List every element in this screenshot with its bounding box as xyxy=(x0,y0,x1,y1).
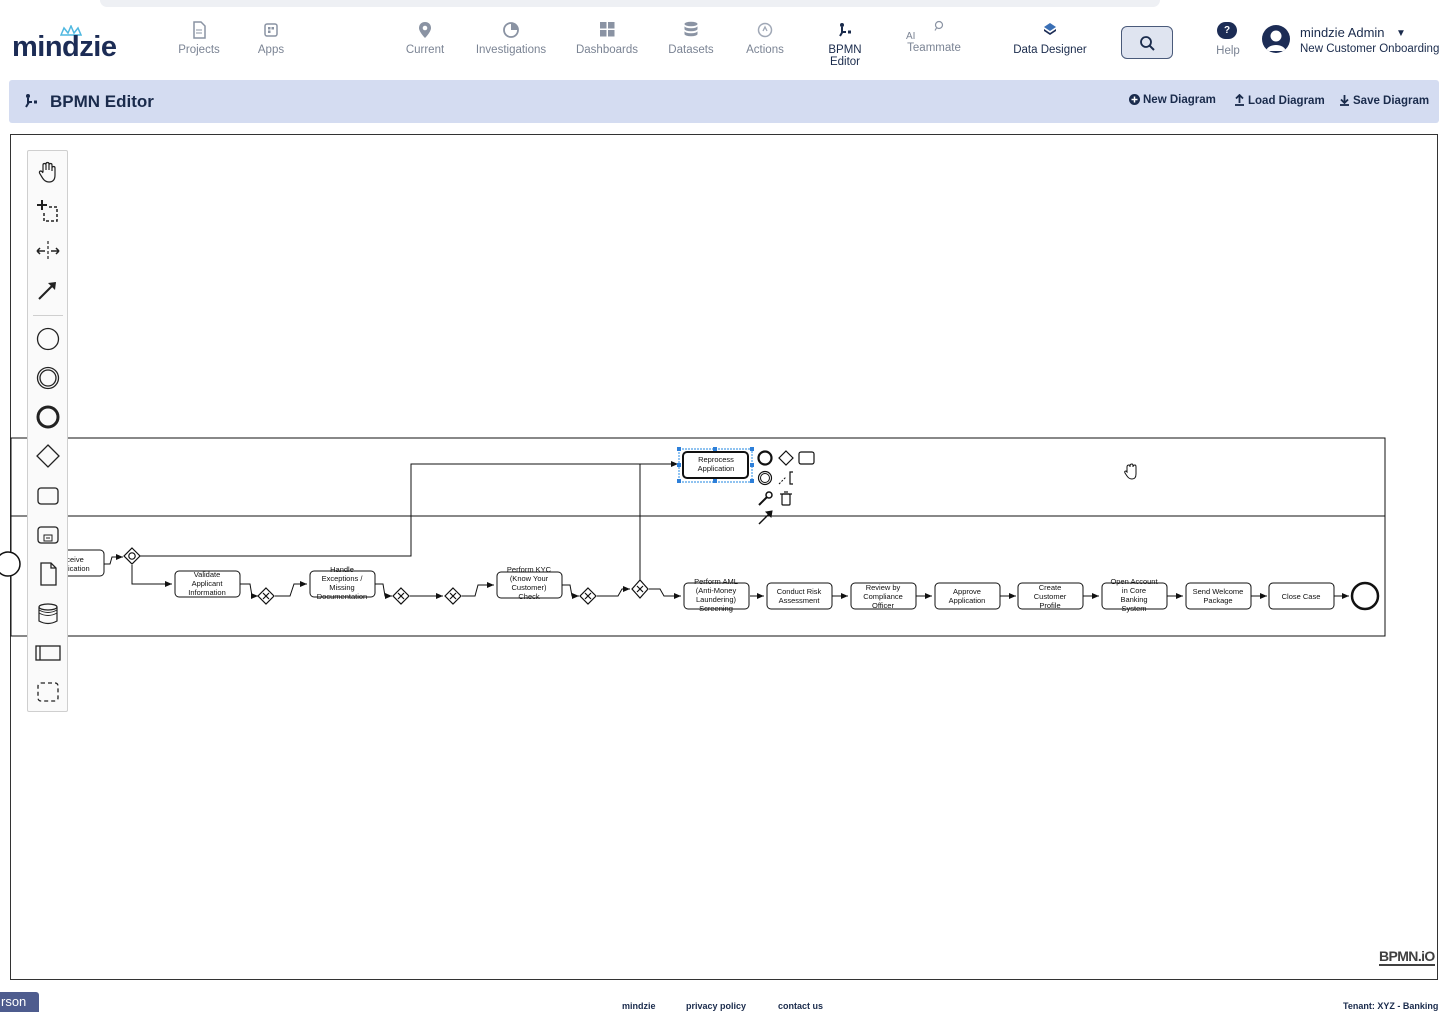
data-store-tool-icon[interactable] xyxy=(33,599,63,629)
hand-tool-icon[interactable] xyxy=(33,157,63,187)
label-aml-2: (Anti-Money xyxy=(696,586,737,595)
append-task-icon[interactable] xyxy=(798,451,815,465)
text-annotation-icon[interactable] xyxy=(778,471,793,485)
label-reprocess-2: Application xyxy=(698,464,735,473)
label-receive-1: ceive xyxy=(66,555,84,564)
side-tab[interactable]: rson xyxy=(0,992,39,1012)
gateway-exclusive-3[interactable] xyxy=(444,587,462,605)
label-approve-2: Application xyxy=(949,596,986,605)
label-aml-1: Perform AML xyxy=(694,577,738,586)
end-event-tool-icon[interactable] xyxy=(33,402,63,432)
label-validate-1: Validate xyxy=(194,570,221,579)
data-object-tool-icon[interactable] xyxy=(33,559,63,589)
pool-tool-icon[interactable] xyxy=(33,638,63,668)
bpmn-io-watermark[interactable]: BPMN.iO xyxy=(1379,948,1435,966)
gateway-exclusive-1[interactable] xyxy=(257,587,275,605)
label-validate-2: Applicant xyxy=(192,579,224,588)
gateway-exclusive-4[interactable] xyxy=(579,587,597,605)
label-create-1: Create xyxy=(1039,583,1062,592)
task-tool-icon[interactable] xyxy=(33,481,63,511)
label-risk-1: Conduct Risk xyxy=(777,587,822,596)
end-event[interactable] xyxy=(1350,581,1380,611)
label-review-1: Review by xyxy=(866,583,901,592)
start-event[interactable] xyxy=(0,551,21,577)
flow-gw5-to-aml[interactable] xyxy=(649,588,681,599)
wrench-icon[interactable] xyxy=(758,491,773,506)
label-create-3: Profile xyxy=(1039,601,1060,610)
context-pad xyxy=(757,450,815,525)
label-kyc-4: Check xyxy=(518,592,540,601)
footer-link-privacy[interactable]: privacy policy xyxy=(686,1001,746,1011)
flow-handle-to-gw2[interactable] xyxy=(375,583,392,599)
flow-reprocess-loop[interactable] xyxy=(139,461,678,557)
footer-link-contact[interactable]: contact us xyxy=(778,1001,823,1011)
hand-cursor-icon xyxy=(1124,463,1137,480)
label-handle-3: Missing xyxy=(329,583,354,592)
label-close: Close Case xyxy=(1282,592,1321,601)
append-intermediate-event-icon[interactable] xyxy=(757,470,773,486)
tool-palette xyxy=(27,150,68,712)
label-risk-2: Assessment xyxy=(779,596,821,605)
gateway-merge[interactable] xyxy=(123,547,141,565)
append-gateway-icon[interactable] xyxy=(778,450,794,466)
flow-gw1-to-handle[interactable] xyxy=(275,581,307,597)
label-welcome-2: Package xyxy=(1203,596,1232,605)
label-review-3: Officer xyxy=(872,601,894,610)
label-open-1: Open Account xyxy=(1110,577,1158,586)
bpmn-diagram: ceive lication Validate Applicant Inform… xyxy=(0,437,1386,637)
label-kyc-3: Customer) xyxy=(511,583,547,592)
flow-gw4-to-gw5[interactable] xyxy=(597,586,630,597)
gateway-tool-icon[interactable] xyxy=(33,441,63,471)
label-approve-1: Approve xyxy=(953,587,981,596)
label-review-2: Compliance xyxy=(863,592,903,601)
label-aml-3: Laundering) xyxy=(696,595,737,604)
start-event-tool-icon[interactable] xyxy=(33,324,63,354)
label-reprocess-1: Reprocess xyxy=(698,455,734,464)
space-tool-icon[interactable] xyxy=(33,236,63,266)
gateway-exclusive-5[interactable] xyxy=(631,579,649,599)
flow-kyc-to-gw4[interactable] xyxy=(562,584,579,599)
flow-gateway-to-validate[interactable] xyxy=(131,565,172,587)
tenant-label: Tenant: XYZ - Banking xyxy=(1343,1001,1439,1011)
label-open-4: System xyxy=(1121,604,1146,613)
label-handle-1: Handle xyxy=(330,565,354,574)
flow-validate-to-gw1[interactable] xyxy=(240,583,258,599)
flow-gw3-to-kyc[interactable] xyxy=(462,582,494,597)
trash-icon[interactable] xyxy=(780,491,792,506)
label-kyc-2: (Know Your xyxy=(510,574,549,583)
label-kyc-1: Perform KYC xyxy=(507,565,552,574)
label-aml-4: Screening xyxy=(699,604,733,613)
flow-receive-to-gateway[interactable] xyxy=(104,554,123,565)
label-welcome-1: Send Welcome xyxy=(1193,587,1244,596)
gateway-exclusive-2[interactable] xyxy=(392,587,410,605)
label-handle-2: Exceptions / xyxy=(322,574,364,583)
label-validate-3: Information xyxy=(188,588,226,597)
append-end-event-icon[interactable] xyxy=(757,450,773,466)
label-receive-2: lication xyxy=(66,564,89,573)
lasso-tool-icon[interactable] xyxy=(33,196,63,226)
palette-separator xyxy=(33,315,63,316)
label-open-3: Banking xyxy=(1120,595,1147,604)
connect-arrow-icon[interactable] xyxy=(758,510,773,525)
subprocess-tool-icon[interactable] xyxy=(33,520,63,550)
intermediate-event-tool-icon[interactable] xyxy=(33,363,63,393)
label-create-2: Customer xyxy=(1034,592,1067,601)
label-handle-4: Documentation xyxy=(317,592,367,601)
label-open-2: in Core xyxy=(1122,586,1146,595)
group-tool-icon[interactable] xyxy=(33,677,63,707)
global-connect-tool-icon[interactable] xyxy=(33,275,63,305)
footer-link-mindzie[interactable]: mindzie xyxy=(622,1001,656,1011)
